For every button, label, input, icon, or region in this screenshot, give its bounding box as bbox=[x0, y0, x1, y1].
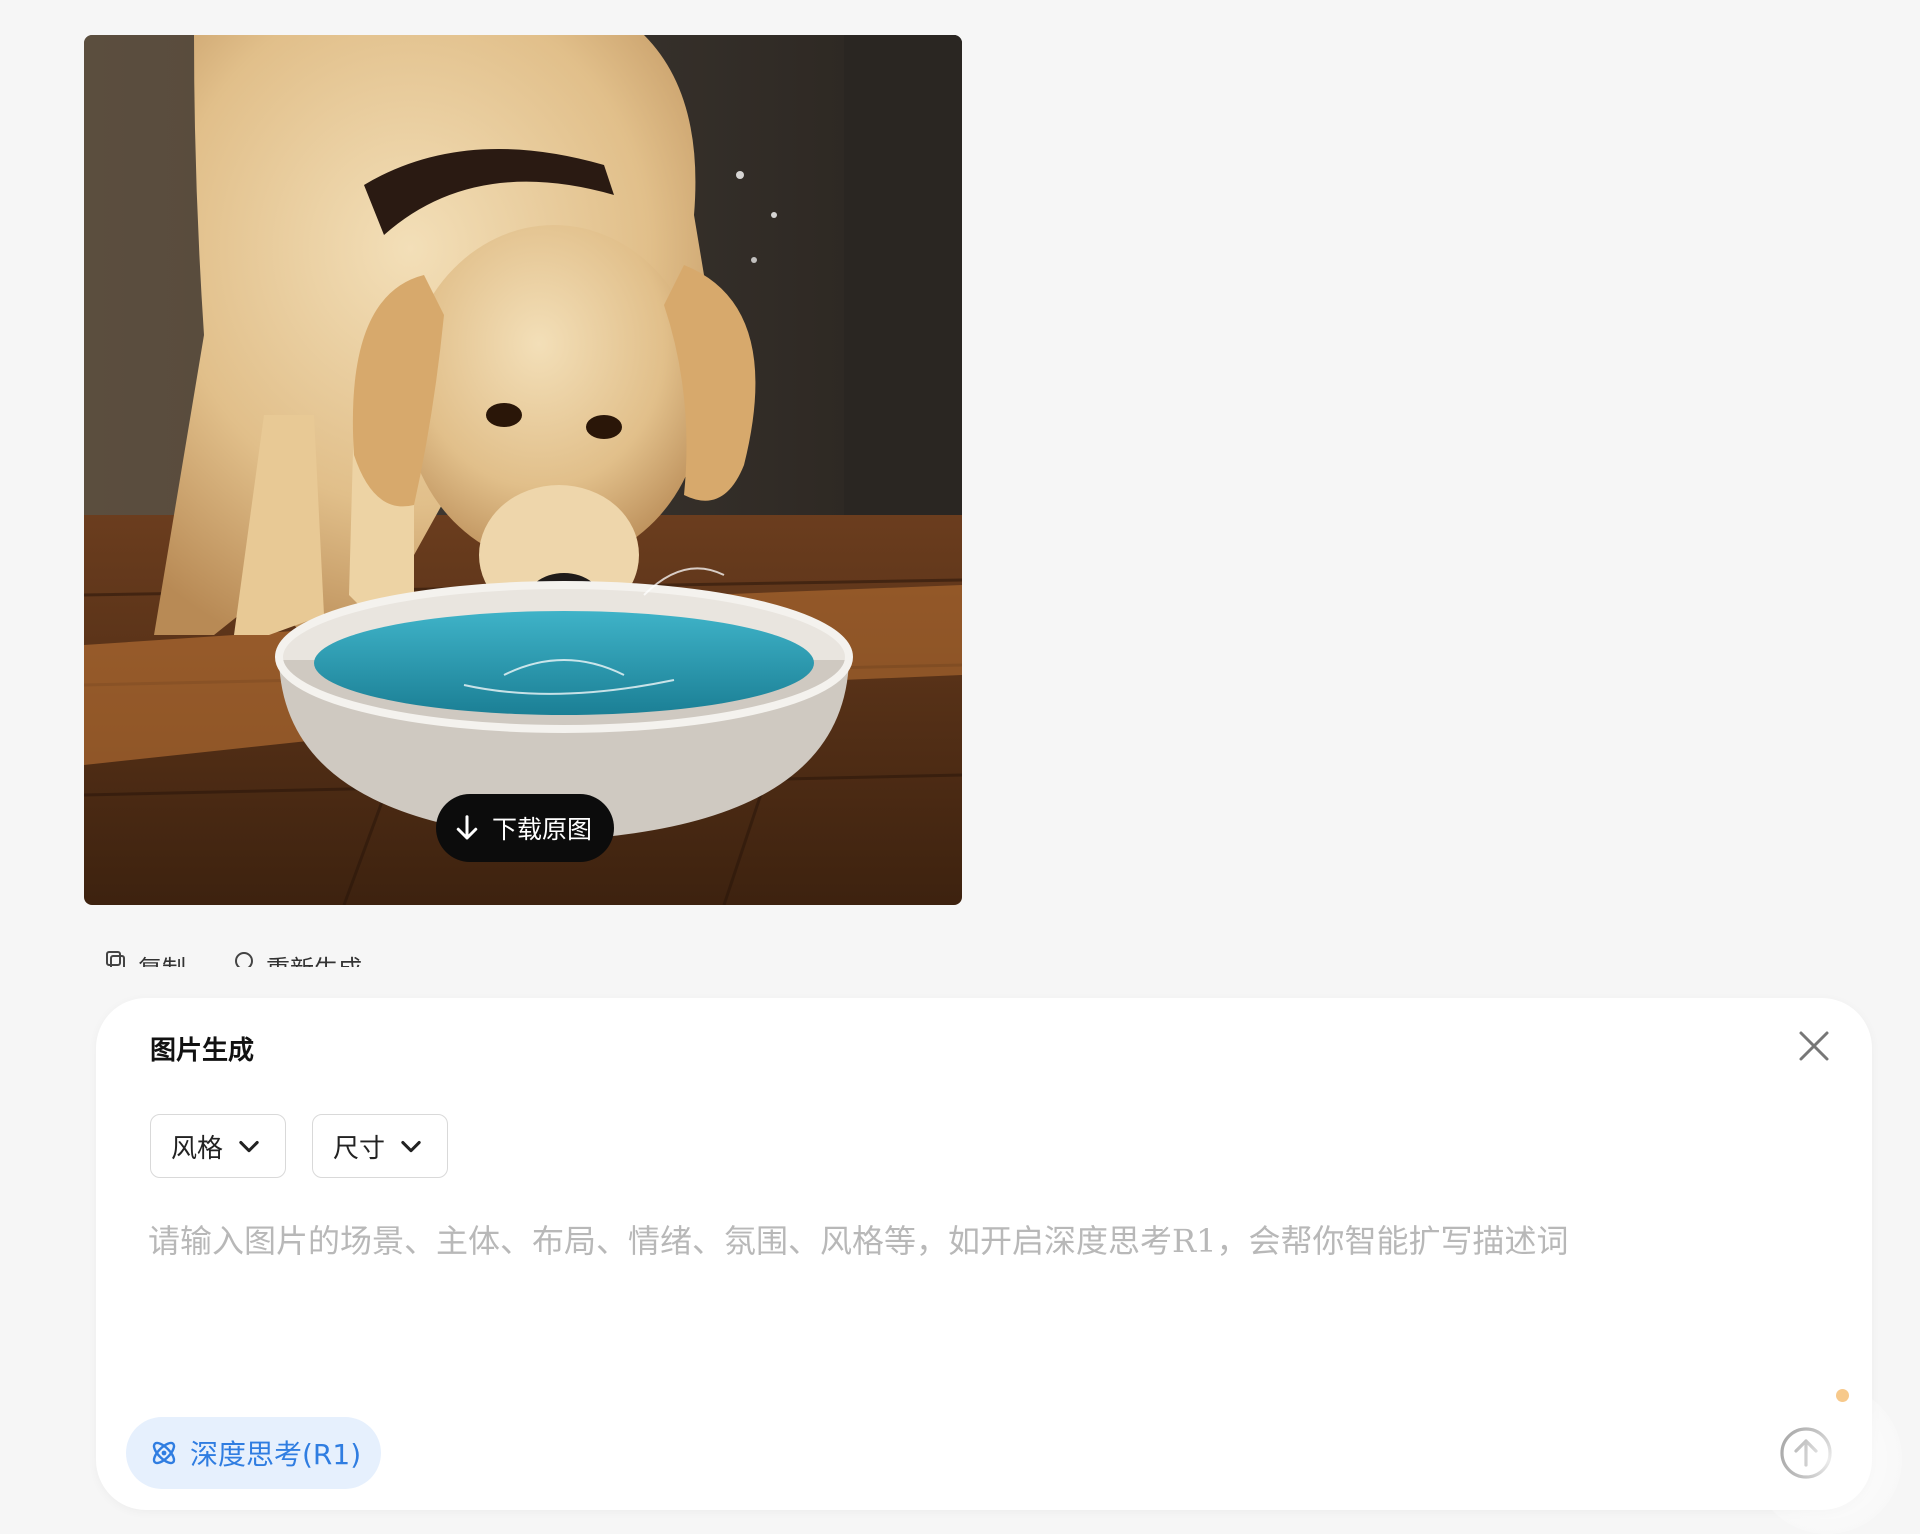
download-arrow-icon bbox=[456, 815, 478, 840]
style-dropdown-label: 风格 bbox=[171, 1133, 224, 1164]
regenerate-label: 重新生成 bbox=[266, 949, 362, 967]
image-generation-panel: 图片生成 风格 尺寸 深度思考(R1) bbox=[96, 998, 1872, 1510]
deep-think-label: 深度思考(R1) bbox=[190, 1438, 362, 1471]
generated-image[interactable]: 下载原图 bbox=[84, 35, 962, 905]
close-button[interactable] bbox=[1796, 1028, 1832, 1064]
dog-drinking-illustration bbox=[84, 35, 962, 905]
copy-button[interactable]: 复制 bbox=[104, 945, 186, 967]
download-original-button[interactable]: 下载原图 bbox=[436, 794, 615, 862]
panel-title: 图片生成 bbox=[150, 1036, 255, 1066]
size-dropdown-label: 尺寸 bbox=[333, 1133, 386, 1164]
corner-glow-decoration bbox=[1752, 1384, 1902, 1534]
refresh-icon bbox=[235, 952, 253, 967]
chevron-down-icon bbox=[401, 1140, 421, 1153]
size-dropdown[interactable]: 尺寸 bbox=[312, 1114, 448, 1178]
copy-label: 复制 bbox=[138, 949, 186, 967]
close-icon bbox=[1799, 1031, 1829, 1061]
prompt-input[interactable] bbox=[148, 1216, 1788, 1346]
copy-icon bbox=[106, 951, 125, 967]
message-actions: 复制 重新生成 bbox=[104, 945, 362, 967]
regenerate-button[interactable]: 重新生成 bbox=[232, 945, 362, 967]
download-label: 下载原图 bbox=[492, 815, 593, 844]
chevron-down-icon bbox=[239, 1140, 259, 1153]
atom-icon bbox=[152, 1441, 176, 1465]
style-dropdown[interactable]: 风格 bbox=[150, 1114, 286, 1178]
notification-dot bbox=[1836, 1389, 1849, 1402]
deep-think-toggle[interactable]: 深度思考(R1) bbox=[126, 1417, 382, 1489]
